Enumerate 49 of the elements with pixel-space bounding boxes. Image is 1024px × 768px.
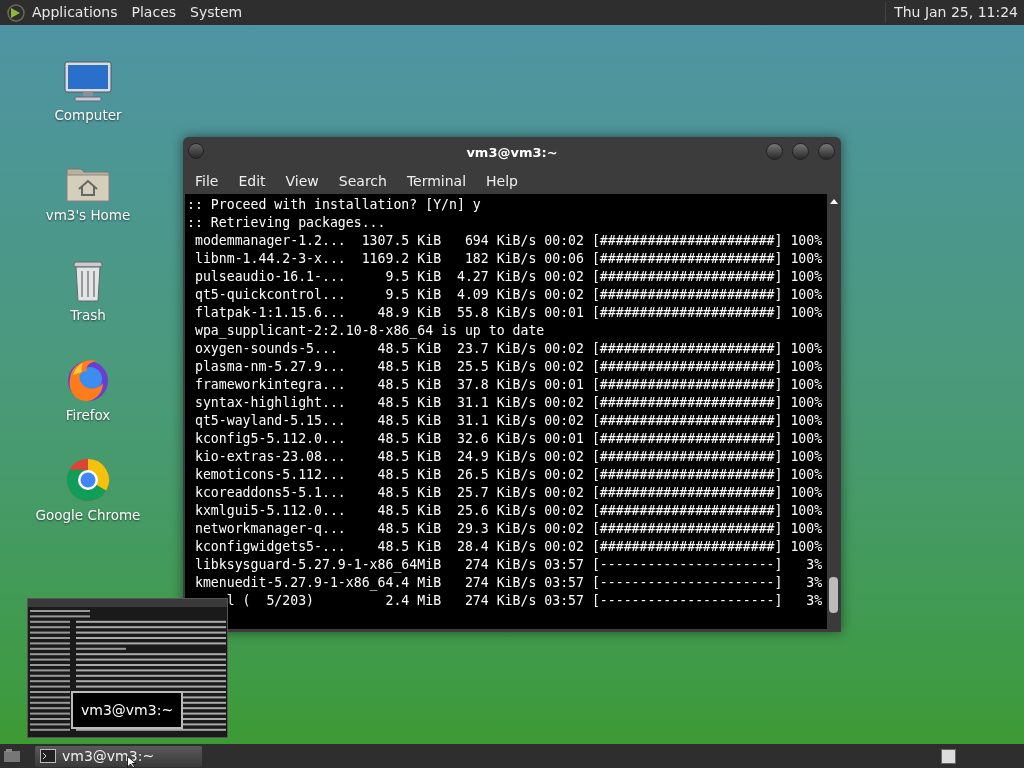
terminal-line: :: Retrieving packages... [186, 214, 386, 232]
terminal-line: libnm-1.44.2-3-x... 1169.2 KiB 182 KiB/s 00:06 [######################] 100% [193, 250, 823, 268]
workspace-switcher[interactable] [941, 748, 956, 764]
terminal-line: l ( 5/203) 2.4 MiB 274 KiB/s 03:57 [----------------------] 3% [225, 592, 823, 610]
terminal-line: syntax-highlight... 48.5 KiB 31.1 KiB/s 00:02 [######################] 100% [193, 394, 823, 412]
minimize-button[interactable] [766, 143, 783, 160]
ring-icon[interactable] [65, 456, 111, 503]
terminal-icon [40, 749, 56, 763]
window-title-tooltip: vm3@vm3:~ [71, 691, 184, 729]
panel-menu[interactable]: Places [131, 2, 177, 23]
terminal-line: networkmanager-q... 48.5 KiB 29.3 KiB/s 00:02 [######################] 100% [193, 520, 823, 538]
computer-icon[interactable] [63, 60, 113, 103]
terminal-line: wpa_supplicant-2:2.10-8-x86_64 is up to date [193, 322, 545, 340]
panel-menu[interactable]: System [190, 2, 243, 23]
terminal-line: kmenuedit-5.27.9-1-x86_64.4 MiB 274 KiB/s 03:57 [----------------------] 3% [193, 574, 823, 592]
terminal-line: qt5-wayland-5.15... 48.5 KiB 31.1 KiB/s 00:02 [######################] 100% [193, 412, 823, 430]
panel-menu[interactable]: Applications [32, 2, 118, 23]
terminal-line: kxmlgui5-5.112.0... 48.5 KiB 25.6 KiB/s 00:02 [######################] 100% [193, 502, 823, 520]
menu-item[interactable]: Terminal [396, 170, 477, 192]
clock[interactable]: Thu Jan 25, 11:24 [885, 2, 1018, 23]
terminal-line: :: Proceed with installation? [Y/n] y [186, 196, 481, 214]
window-menu-button[interactable] [188, 143, 204, 159]
terminal-line: qt5-quickcontrol... 9.5 KiB 4.09 KiB/s 00:02 [######################] 100% [193, 286, 823, 304]
menu-item[interactable]: File [185, 170, 229, 192]
menu-item[interactable]: View [275, 170, 329, 192]
menu-item[interactable]: Edit [228, 170, 276, 192]
terminal-line: kconfig5-5.112.0... 48.5 KiB 32.6 KiB/s 00:01 [######################] 100% [193, 430, 823, 448]
window-preview[interactable]: vm3@vm3:~ [27, 598, 228, 738]
menu-logo-icon[interactable] [6, 2, 26, 23]
terminal-line: frameworkintegra... 48.5 KiB 37.8 KiB/s 00:01 [######################] 100% [193, 376, 823, 394]
terminal-line: libksysguard-5.27.9-1-x86_64MiB 274 KiB/s 03:57 [----------------------] 3% [193, 556, 823, 574]
taskbar-button[interactable]: vm3@vm3:~ [35, 745, 202, 767]
terminal-line: oxygen-sounds-5... 48.5 KiB 23.7 KiB/s 00:02 [######################] 100% [193, 340, 823, 358]
terminal-line: modemmanager-1.2... 1307.5 KiB 694 KiB/s 00:02 [######################] 100% [193, 232, 823, 250]
show-desktop-icon[interactable] [2, 747, 22, 765]
scrollbar-thumb[interactable] [829, 577, 838, 613]
terminal-line: plasma-nm-5.27.9... 48.5 KiB 25.5 KiB/s 00:02 [######################] 100% [193, 358, 823, 376]
terminal-line: kemoticons-5.112... 48.5 KiB 26.5 KiB/s 00:02 [######################] 100% [193, 466, 823, 484]
window-title: vm3@vm3:~ [466, 143, 558, 162]
terminal-line: kcoreaddons5-5.1... 48.5 KiB 25.7 KiB/s 00:02 [######################] 100% [193, 484, 823, 502]
terminal-line: kio-extras-23.08... 48.5 KiB 24.9 KiB/s 00:02 [######################] 100% [193, 448, 823, 466]
terminal-line: flatpak-1:1.15.6... 48.9 KiB 55.8 KiB/s 00:01 [######################] 100% [193, 304, 823, 322]
menu-item[interactable]: Help [476, 170, 528, 192]
terminal-line: kconfigwidgets5-... 48.5 KiB 28.4 KiB/s 00:02 [######################] 100% [193, 538, 823, 556]
scroll-up-icon[interactable] [828, 197, 839, 205]
terminal-line: pulseaudio-16.1-... 9.5 KiB 4.27 KiB/s 00:02 [######################] 100% [193, 268, 823, 286]
close-button[interactable] [818, 143, 835, 160]
menu-item[interactable]: Search [328, 170, 397, 192]
maximize-button[interactable] [792, 143, 809, 160]
